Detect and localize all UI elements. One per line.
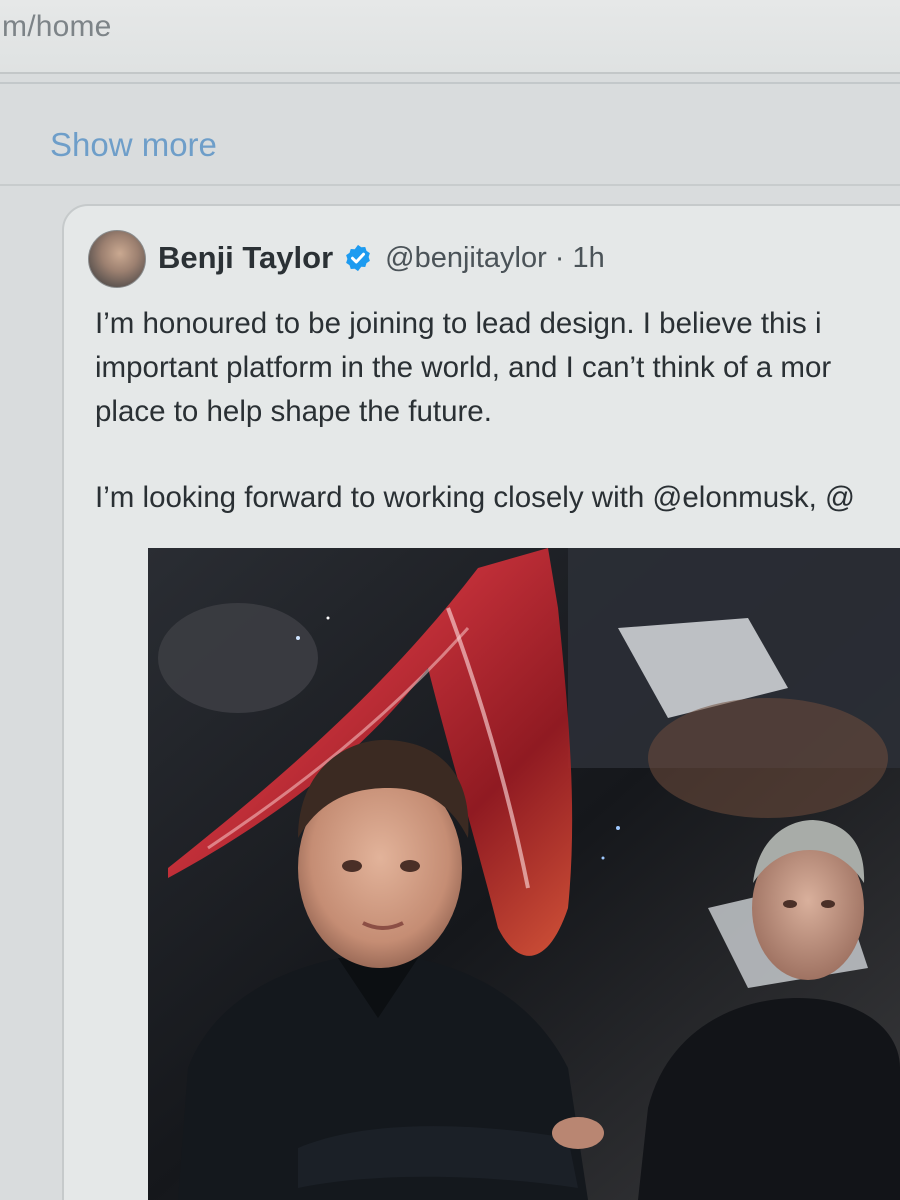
tweet-text-line: important platform in the world, and I c… — [95, 351, 832, 384]
author-name[interactable]: Benji Taylor — [158, 240, 333, 276]
tweet-body: I’m honoured to be joining to lead desig… — [95, 302, 900, 520]
divider — [0, 184, 900, 186]
author-handle[interactable]: @benjitaylor — [385, 242, 547, 275]
divider — [0, 82, 900, 84]
avatar[interactable] — [88, 230, 146, 288]
tweet-photo[interactable] — [148, 548, 900, 1200]
tweet-text-line: I’m looking forward to working closely w… — [95, 481, 855, 514]
address-bar[interactable]: m/home — [0, 0, 900, 74]
verified-badge-icon — [343, 243, 373, 273]
show-more-link[interactable]: Show more — [50, 126, 217, 164]
tweet-header: Benji Taylor @benjitaylor · 1h — [158, 240, 605, 276]
tweet-text-line: I’m honoured to be joining to lead desig… — [95, 307, 822, 340]
tweet-timestamp[interactable]: 1h — [572, 242, 604, 275]
separator-dot: · — [554, 241, 565, 274]
address-url-text[interactable]: m/home — [2, 10, 112, 44]
paragraph-break — [95, 434, 900, 476]
tweet-text-line: place to help shape the future. — [95, 395, 492, 428]
